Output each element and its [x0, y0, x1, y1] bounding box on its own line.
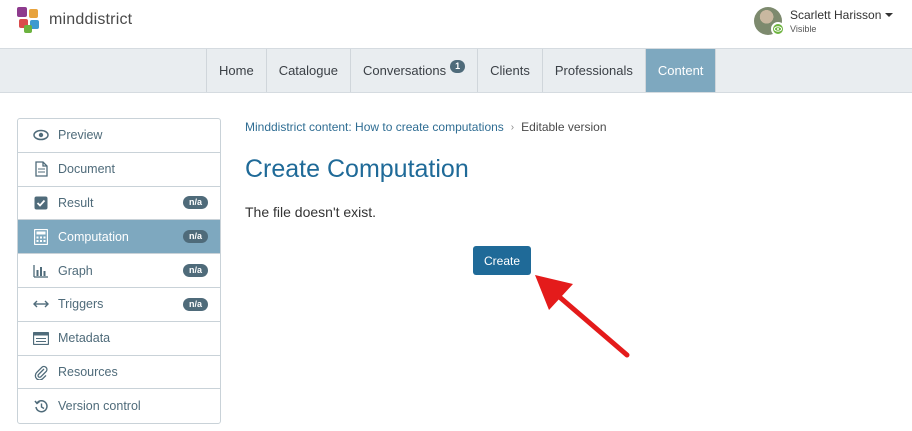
breadcrumb-link[interactable]: Minddistrict content: How to create comp…: [245, 120, 504, 134]
logo[interactable]: minddistrict: [17, 7, 132, 33]
breadcrumb: Minddistrict content: How to create comp…: [245, 120, 607, 134]
brand-name: minddistrict: [49, 11, 133, 28]
sidebar-item-document[interactable]: Document: [18, 153, 220, 187]
eye-icon: [32, 126, 50, 144]
na-badge: n/a: [182, 230, 208, 244]
sidebar-item-metadata[interactable]: Metadata: [18, 322, 220, 356]
eye-icon: [771, 22, 785, 36]
breadcrumb-current: Editable version: [521, 120, 607, 134]
missing-file-message: The file doesn't exist.: [245, 204, 377, 220]
main-nav: Home Catalogue Conversations 1 Clients Pr…: [0, 48, 912, 93]
na-badge: n/a: [182, 264, 208, 278]
list-icon: [32, 329, 50, 347]
sidebar-item-label: Preview: [58, 128, 103, 143]
sidebar-item-label: Resources: [58, 364, 118, 379]
tab-label: Clients: [490, 63, 530, 78]
user-status: Visible: [790, 23, 817, 34]
tab-conversations[interactable]: Conversations 1: [349, 49, 477, 92]
sidebar-item-computation[interactable]: Computation n/a: [18, 220, 220, 255]
tab-home[interactable]: Home: [206, 49, 266, 92]
sidebar-item-preview[interactable]: Preview: [18, 119, 220, 153]
sidebar-item-triggers[interactable]: Triggers n/a: [18, 288, 220, 322]
user-menu[interactable]: Scarlett Harisson Visible: [754, 7, 894, 36]
sidebar-item-label: Triggers: [58, 297, 104, 312]
tab-label: Content: [657, 63, 704, 78]
annotation-arrow-icon: [535, 275, 630, 358]
page-title: Create Computation: [245, 155, 469, 183]
checkbox-icon: [32, 194, 50, 212]
tab-catalogue[interactable]: Catalogue: [265, 49, 350, 92]
na-badge: n/a: [182, 196, 208, 210]
caret-down-icon: [885, 12, 894, 17]
chevron-right-icon: ›: [510, 121, 515, 133]
user-name-label: Scarlett Harisson: [790, 7, 882, 22]
minddistrict-logo-icon: [17, 7, 41, 33]
header: minddistrict Scarlett Harisson Visible: [0, 0, 912, 48]
sidebar-item-version-control[interactable]: Version control: [18, 389, 220, 423]
tab-label: Home: [219, 63, 254, 78]
sidebar-item-label: Document: [58, 162, 115, 177]
sidebar-item-resources[interactable]: Resources: [18, 356, 220, 390]
tab-label: Catalogue: [278, 63, 338, 78]
user-name[interactable]: Scarlett Harisson: [790, 7, 894, 22]
tab-label: Conversations: [362, 63, 447, 78]
sidebar-item-label: Result: [58, 195, 94, 210]
sidebar-item-result[interactable]: Result n/a: [18, 187, 220, 221]
tab-professionals[interactable]: Professionals: [541, 49, 645, 92]
document-icon: [32, 160, 50, 178]
sidebar-item-label: Metadata: [58, 331, 111, 346]
unread-badge: 1: [450, 60, 466, 73]
tab-label: Professionals: [554, 63, 633, 78]
paperclip-icon: [32, 363, 50, 381]
tab-clients[interactable]: Clients: [477, 49, 542, 92]
sidebar-item-graph[interactable]: Graph n/a: [18, 254, 220, 288]
content-sidebar: Preview Document Result n/a Computation …: [17, 118, 221, 425]
na-badge: n/a: [182, 297, 208, 311]
calculator-icon: [32, 228, 50, 246]
tab-content[interactable]: Content: [644, 49, 717, 92]
avatar[interactable]: [754, 7, 785, 36]
sidebar-item-label: Computation: [58, 229, 129, 244]
create-button[interactable]: Create: [473, 246, 531, 275]
history-icon: [32, 397, 50, 415]
bar-chart-icon: [32, 262, 50, 280]
arrows-horizontal-icon: [32, 295, 50, 313]
sidebar-item-label: Graph: [58, 263, 93, 278]
sidebar-item-label: Version control: [58, 399, 141, 414]
